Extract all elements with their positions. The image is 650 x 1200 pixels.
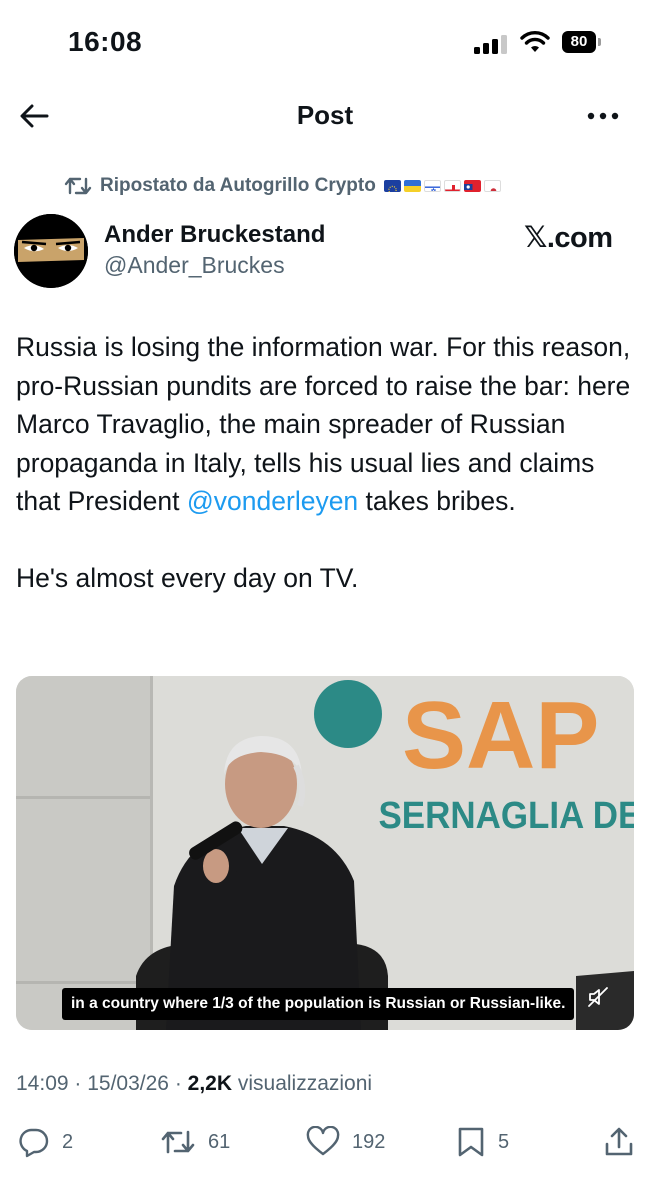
views-label[interactable]: visualizzazioni xyxy=(232,1072,372,1095)
more-dots-icon[interactable] xyxy=(586,104,620,128)
heart-icon xyxy=(306,1126,340,1156)
source-watermark: 𝕏.com xyxy=(524,222,613,254)
author-handle[interactable]: @Ander_Bruckes xyxy=(104,252,285,279)
like-button[interactable]: 192 xyxy=(306,1120,385,1164)
action-bar: 2 61 192 5 xyxy=(0,1120,650,1164)
post-date: 15/03/26 xyxy=(87,1072,169,1095)
ukraine-flag-icon xyxy=(403,180,421,192)
bookmark-button[interactable]: 5 xyxy=(456,1120,509,1164)
backdrop-big-text: SAP xyxy=(402,682,599,789)
mention-link[interactable]: @vonderleyen xyxy=(187,486,358,516)
muted-speaker-icon[interactable] xyxy=(586,985,610,1009)
post-paragraph-1: Russia is losing the information war. Fo… xyxy=(16,328,640,521)
video-player[interactable]: SAP SERNAGLIA DELLA xyxy=(16,676,634,1030)
battery-icon: 80 xyxy=(562,31,602,53)
backdrop-sub-text: SERNAGLIA DELLA xyxy=(378,794,634,837)
repost-button[interactable]: 61 xyxy=(160,1120,230,1164)
repost-count: 61 xyxy=(208,1130,231,1153)
battery-level: 80 xyxy=(562,31,596,53)
reply-count: 2 xyxy=(62,1130,74,1153)
repost-icon xyxy=(161,1130,195,1154)
israel-flag-icon xyxy=(423,180,441,192)
bookmark-count: 5 xyxy=(498,1130,510,1153)
avatar[interactable] xyxy=(14,214,88,288)
status-bar: 16:08 80 xyxy=(0,0,650,80)
bookmark-icon xyxy=(458,1127,484,1157)
post-paragraph-2: He's almost every day on TV. xyxy=(16,563,359,593)
like-count: 192 xyxy=(352,1130,386,1153)
author-name[interactable]: Ander Bruckestand xyxy=(104,221,325,249)
cellular-signal-icon xyxy=(474,34,510,54)
status-time: 16:08 xyxy=(68,26,143,57)
flag-emojis xyxy=(383,180,504,192)
share-icon xyxy=(605,1127,633,1156)
georgia-flag-icon xyxy=(443,180,461,192)
repost-icon xyxy=(64,177,92,195)
reply-button[interactable]: 2 xyxy=(18,1120,73,1164)
post-text: Russia is losing the information war. Fo… xyxy=(16,328,640,598)
eu-flag-icon xyxy=(383,180,401,192)
video-frame: SAP SERNAGLIA DELLA xyxy=(16,676,634,1030)
share-button[interactable] xyxy=(604,1120,646,1164)
south-korea-flag-icon xyxy=(483,180,501,192)
repost-text[interactable]: Ripostato da Autogrillo Crypto xyxy=(100,175,376,197)
wifi-icon xyxy=(520,31,550,52)
meta-separator: · xyxy=(168,1072,188,1095)
meta-separator: · xyxy=(68,1072,88,1095)
post-meta: 14:09 · 15/03/26 · 2,2K visualizzazioni xyxy=(16,1072,372,1096)
views-count[interactable]: 2,2K xyxy=(188,1072,232,1095)
page-title: Post xyxy=(296,100,354,130)
post-header: Post xyxy=(0,90,650,144)
post-time: 14:09 xyxy=(16,1072,69,1095)
video-caption: in a country where 1/3 of the population… xyxy=(62,988,575,1020)
reply-icon xyxy=(19,1128,49,1158)
post-text-part2: takes bribes. xyxy=(358,486,516,516)
taiwan-flag-icon xyxy=(463,180,481,192)
repost-indicator[interactable]: Ripostato da Autogrillo Crypto xyxy=(64,172,504,200)
